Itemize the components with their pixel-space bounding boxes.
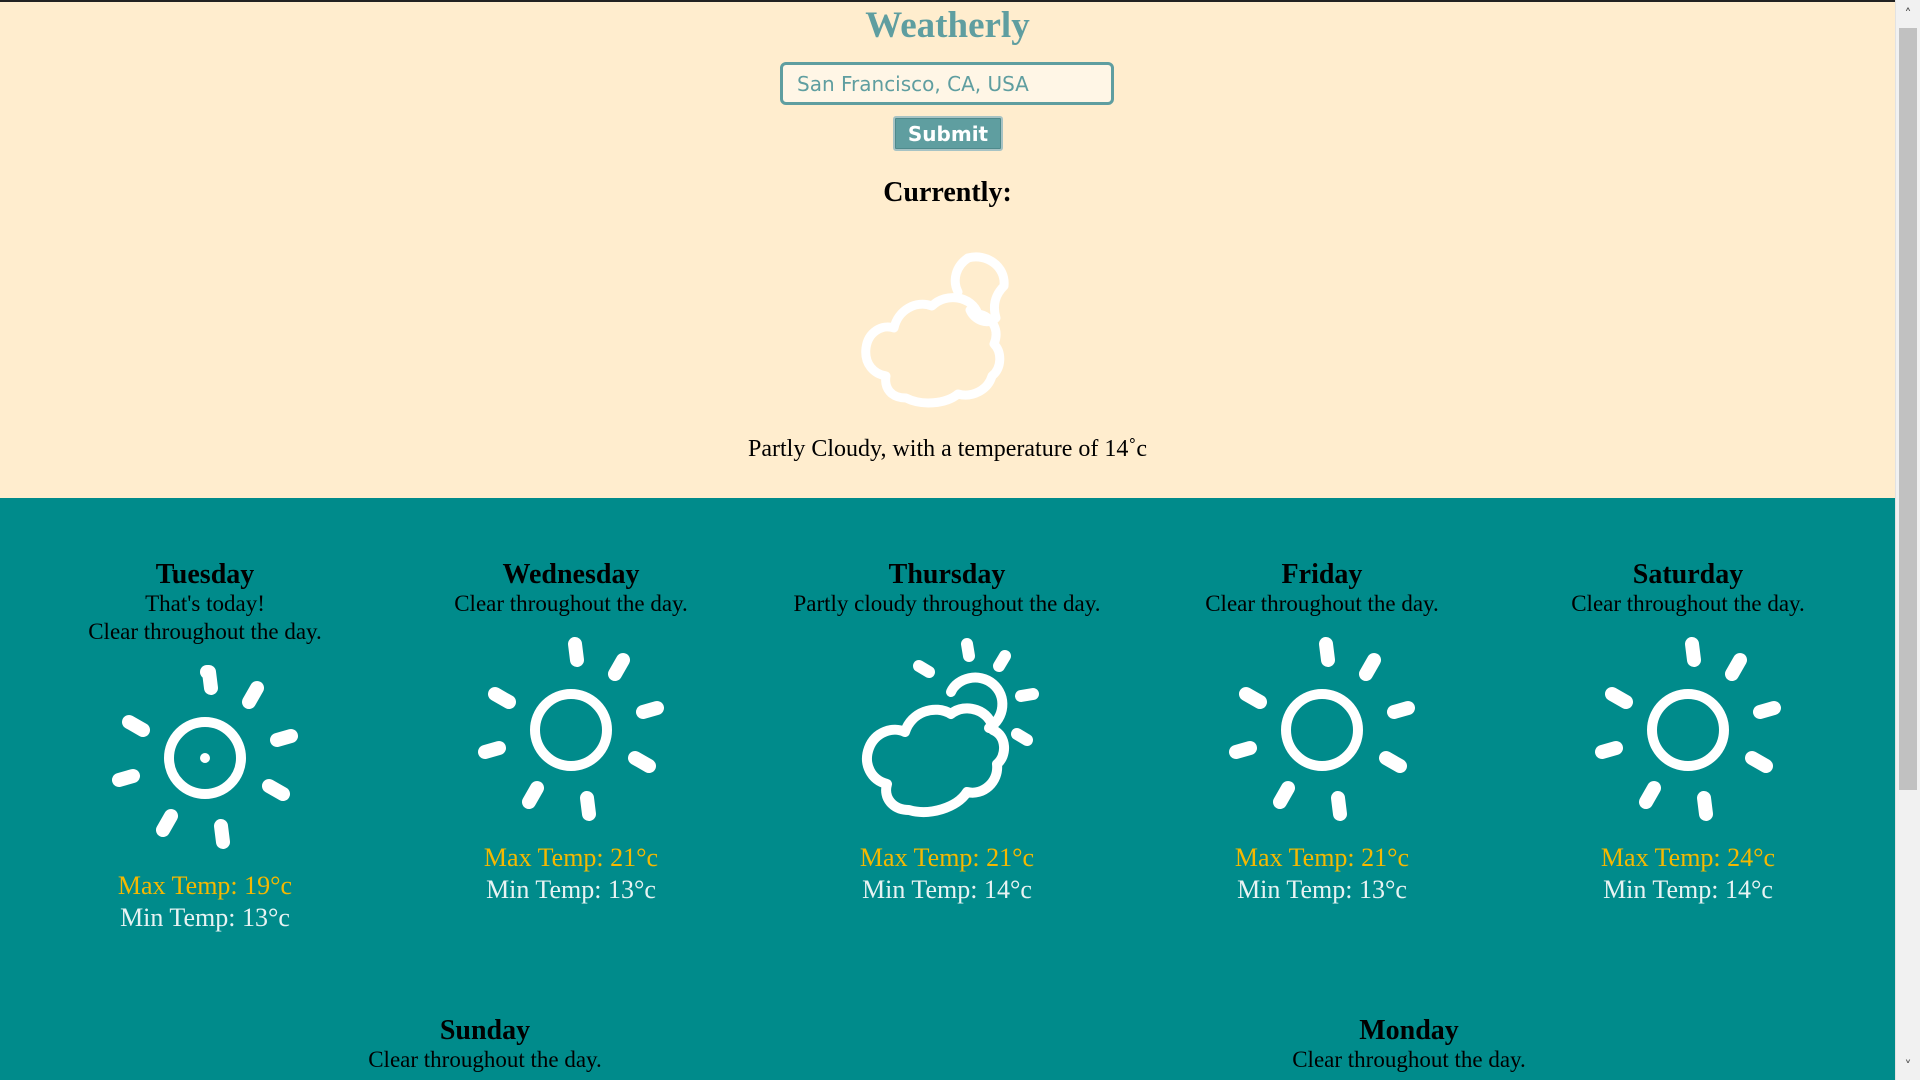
day-name: Friday <box>1281 559 1363 590</box>
min-temp: Min Temp: 14°c <box>1603 875 1773 904</box>
forecast-day-card: Monday Clear throughout the day. <box>1259 1016 1559 1074</box>
forecast-day-card: Thursday Partly cloudy throughout the da… <box>772 560 1122 906</box>
scroll-up-arrow-icon[interactable]: ˄ <box>1896 4 1920 26</box>
sun-icon <box>1229 637 1415 821</box>
forecast-section: Tuesday That's today! Clear throughout t… <box>0 498 1895 1080</box>
day-summary: Clear throughout the day. <box>1571 591 1805 616</box>
day-name: Tuesday <box>155 559 255 590</box>
current-weather-section: Weatherly Submit Currently: Partly Cloud… <box>0 2 1895 498</box>
day-name: Thursday <box>888 559 1006 590</box>
scroll-down-arrow-icon[interactable]: ˅ <box>1896 1056 1920 1078</box>
scroll-thumb[interactable] <box>1899 28 1917 790</box>
max-temp: Max Temp: 21°c <box>1234 843 1410 872</box>
min-temp: Min Temp: 13°c <box>1237 875 1407 904</box>
day-summary: Clear throughout the day. <box>1292 1047 1526 1072</box>
min-temp: Min Temp: 13°c <box>120 903 290 932</box>
day-name: Sunday <box>439 1015 531 1046</box>
forecast-day-card: Saturday Clear throughout the day. Max T… <box>1538 560 1838 906</box>
forecast-day-card: Tuesday That's today! Clear throughout t… <box>55 560 355 934</box>
vertical-scrollbar[interactable]: ˄ ˅ <box>1895 0 1920 1080</box>
current-summary: Partly Cloudy, with a temperature of 14˚… <box>748 436 1147 462</box>
today-note: That's today! <box>145 591 265 616</box>
day-summary: Partly cloudy throughout the day. <box>793 591 1101 616</box>
partly-cloudy-night-icon <box>861 252 1009 408</box>
min-temp: Min Temp: 14°c <box>862 875 1032 904</box>
day-summary: Clear throughout the day. <box>454 591 688 616</box>
location-search-input[interactable] <box>780 62 1114 105</box>
day-summary: Clear throughout the day. <box>368 1047 602 1072</box>
partly-cloudy-day-icon <box>862 638 1039 817</box>
forecast-day-card: Wednesday Clear throughout the day. Max <box>421 560 721 906</box>
max-temp: Max Temp: 19°c <box>117 871 293 900</box>
day-name: Wednesday <box>502 559 640 590</box>
day-summary: Clear throughout the day. <box>1205 591 1439 616</box>
min-temp: Min Temp: 13°c <box>486 875 656 904</box>
sun-icon <box>112 665 298 849</box>
day-name: Saturday <box>1632 559 1744 590</box>
page: Weatherly Submit Currently: Partly Cloud… <box>0 0 1895 1080</box>
app-title: Weatherly <box>865 5 1030 46</box>
max-temp: Max Temp: 24°c <box>1600 843 1776 872</box>
currently-heading: Currently: <box>883 177 1012 208</box>
sun-icon <box>1595 637 1781 821</box>
submit-button[interactable]: Submit <box>893 116 1003 151</box>
max-temp: Max Temp: 21°c <box>483 843 659 872</box>
forecast-day-card: Sunday Clear throughout the day. <box>335 1016 635 1074</box>
max-temp: Max Temp: 21°c <box>859 843 1035 872</box>
day-name: Monday <box>1359 1015 1459 1046</box>
forecast-day-card: Friday Clear throughout the day. Max Tem… <box>1172 560 1472 906</box>
sun-icon <box>478 637 664 821</box>
day-summary: Clear throughout the day. <box>88 619 322 644</box>
